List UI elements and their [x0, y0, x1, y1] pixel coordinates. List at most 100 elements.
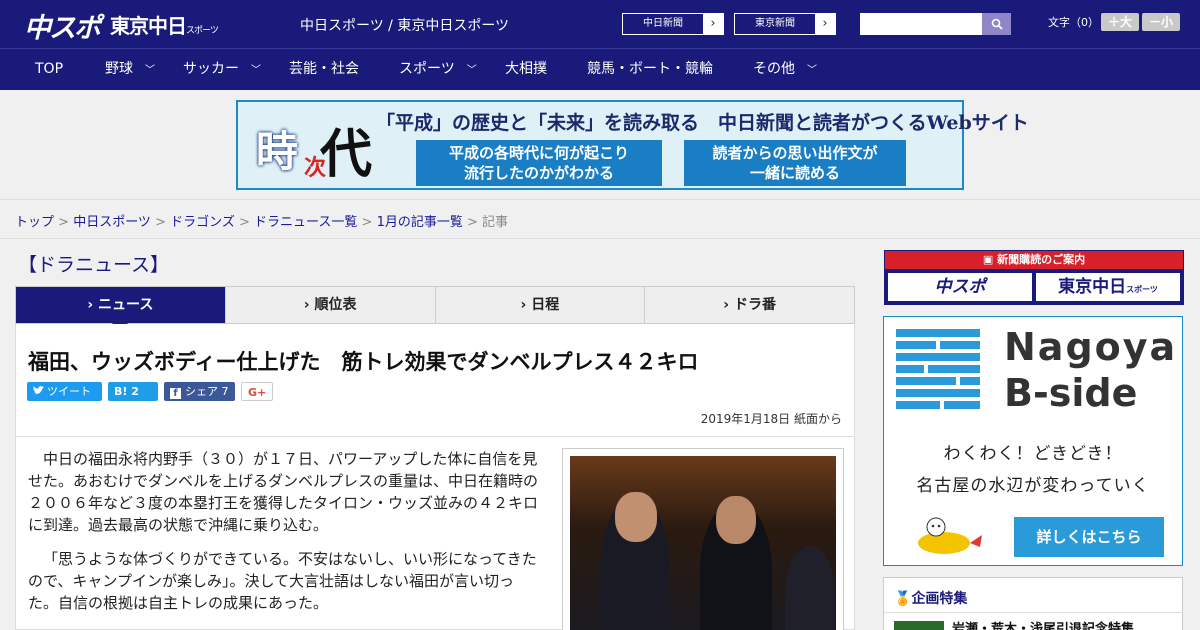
- brick: [896, 341, 936, 349]
- breadcrumb-separator: >: [150, 215, 171, 230]
- tokyo-shimbun-label: 東京新聞: [735, 14, 815, 34]
- tokyo-chunichi-logo[interactable]: 東京中日スポーツ: [110, 10, 219, 39]
- feature-link[interactable]: 岩瀬・荒木・浅尾引退記念特集: [952, 618, 1134, 630]
- facebook-icon: f: [170, 388, 181, 399]
- article-photo-frame: [562, 448, 844, 630]
- search-icon: [991, 18, 1003, 30]
- breadcrumb-link-top[interactable]: トップ: [15, 215, 54, 230]
- special-feature-box: 🏅企画特集 岩瀬・荒木・浅尾引退記念特集: [883, 577, 1183, 630]
- nav-label: その他: [753, 61, 795, 77]
- banner-box-essays: 読者からの思い出作文が 一緒に読める: [684, 140, 906, 186]
- nagoya-word: Nagoya: [1004, 325, 1178, 369]
- nav-item-entertainment[interactable]: 芸能・社会: [289, 49, 359, 90]
- breadcrumb-link-dragons[interactable]: ドラゴンズ: [170, 215, 235, 230]
- breadcrumb-link-january-list[interactable]: 1月の記事一覧: [377, 215, 463, 230]
- nav-item-soccer[interactable]: サッカー ﹀: [183, 49, 261, 90]
- brick: [896, 353, 980, 361]
- banner-area: 時 次 代 「平成」の歴史と「未来」を読み取る 中日新聞と読者がつくるWebサイ…: [0, 90, 1200, 200]
- breadcrumb: トップ > 中日スポーツ > ドラゴンズ > ドラニュース一覧 > 1月の記事一…: [15, 211, 508, 230]
- google-plus-button[interactable]: G+: [241, 382, 273, 401]
- chevron-right-icon: ›: [822, 16, 828, 31]
- tab-label: 日程: [531, 297, 560, 313]
- brick: [928, 365, 980, 373]
- subscribe-chuspo-logo[interactable]: 中スポ: [888, 273, 1032, 301]
- article-paragraph: 中日の福田永将内野手（３０）が１７日、パワーアップした体に自信を見せた。あおむけ…: [28, 450, 539, 534]
- banner-box-line: 平成の各時代に何が起こり: [448, 144, 629, 162]
- brick: [896, 329, 980, 337]
- tokyo-shimbun-link[interactable]: 東京新聞 ›: [734, 13, 836, 35]
- article-title: 福田、ウッズボディー仕上げた 筋トレ効果でダンベルプレス４２キロ: [28, 350, 699, 374]
- nav-item-top[interactable]: TOP: [35, 49, 63, 90]
- twitter-bird-icon: [33, 386, 44, 395]
- hatena-bookmark-button[interactable]: B! 2: [108, 382, 158, 401]
- font-smaller-button[interactable]: －小: [1142, 13, 1180, 31]
- feature-thumbnail[interactable]: [894, 621, 944, 630]
- nav-label: スポーツ: [399, 61, 455, 77]
- nav-label: TOP: [35, 61, 64, 77]
- photo-person: [785, 546, 835, 630]
- tokyo-logo-main: 東京中日: [110, 14, 187, 38]
- banner-box-line: 読者からの思い出作文が: [712, 144, 878, 162]
- article-paragraph: 「思うような体づくりができている。不安はないし、いい形になってきたので、キャンプ…: [28, 550, 537, 612]
- brick: [960, 377, 980, 385]
- nagoya-bside-ad[interactable]: Nagoya B-side わくわく！どきどき！ 名古屋の水辺が変わっていく 詳…: [883, 316, 1183, 566]
- nagoya-details-button[interactable]: 詳しくはこちら: [1014, 517, 1164, 557]
- nav-item-baseball[interactable]: 野球 ﹀: [105, 49, 155, 90]
- breadcrumb-link-chunichi-sports[interactable]: 中日スポーツ: [73, 215, 151, 230]
- article-date: 2019年1月18日 紙面から: [700, 412, 842, 426]
- newspaper-icon: ▣: [982, 253, 998, 266]
- banner-box-line: 一緒に読める: [749, 164, 840, 182]
- brick: [896, 365, 924, 373]
- chevron-down-icon: ﹀: [807, 65, 817, 76]
- font-larger-button[interactable]: ＋大: [1101, 13, 1139, 31]
- tab-schedule[interactable]: › 日程: [436, 287, 646, 323]
- chevron-down-icon: ﹀: [145, 65, 155, 76]
- tab-standings[interactable]: › 順位表: [226, 287, 436, 323]
- site-title: 中日スポーツ / 東京中日スポーツ: [300, 18, 510, 34]
- breadcrumb-current: 記事: [482, 215, 509, 230]
- facebook-share-button[interactable]: f シェア 7: [164, 382, 235, 401]
- nagoya-tagline-2: 名古屋の水辺が変わっていく: [916, 476, 1150, 496]
- chevron-right-icon: ›: [520, 297, 532, 313]
- search-input[interactable]: [860, 13, 982, 35]
- article: 福田、ウッズボディー仕上げた 筋トレ効果でダンベルプレス４２キロ ツイート B!…: [15, 324, 855, 630]
- nav-label: 芸能・社会: [289, 61, 359, 77]
- breadcrumb-link-dra-news-list[interactable]: ドラニュース一覧: [254, 215, 357, 230]
- nav-label: 野球: [105, 61, 133, 77]
- subscribe-tokyo-main: 東京中日: [1058, 277, 1127, 297]
- tweet-button[interactable]: ツイート: [27, 382, 102, 401]
- subscription-box[interactable]: ▣ 新聞購読のご案内 中スポ 東京中日スポーツ: [884, 250, 1184, 305]
- banner-kanji-toki: 時: [256, 127, 299, 176]
- fried-shrimp-mascot-icon: [918, 517, 982, 554]
- chevron-right-icon: ›: [87, 297, 99, 313]
- search-button[interactable]: [982, 13, 1011, 35]
- subscription-head-label: 新聞購読のご案内: [997, 253, 1086, 266]
- subscribe-tokyo-logo[interactable]: 東京中日スポーツ: [1036, 273, 1180, 301]
- photo-face: [716, 496, 756, 544]
- banner-box-history: 平成の各時代に何が起こり 流行したのかがわかる: [416, 140, 662, 186]
- chevron-down-icon: ﹀: [466, 65, 477, 76]
- subscription-header: ▣ 新聞購読のご案内: [885, 251, 1183, 269]
- nagoya-tagline-1: わくわく！どきどき！: [943, 444, 1123, 464]
- chunichi-shimbun-link[interactable]: 中日新聞 ›: [622, 13, 724, 35]
- nav-item-sports[interactable]: スポーツ ﹀: [399, 49, 477, 90]
- banner-kanji-logo: 時 次 代: [246, 108, 372, 185]
- article-photo[interactable]: [570, 456, 836, 630]
- banner-kanji-dai: 代: [320, 124, 373, 185]
- nav-item-other[interactable]: その他 ﹀: [753, 49, 817, 90]
- chuspo-logo[interactable]: 中スポ: [24, 6, 101, 45]
- nav-item-sumo[interactable]: 大相撲: [505, 49, 547, 90]
- tab-draban[interactable]: › ドラ番: [645, 287, 854, 323]
- tab-news[interactable]: › ニュース: [16, 287, 226, 331]
- medal-icon: 🏅: [894, 591, 912, 607]
- breadcrumb-separator: >: [357, 215, 377, 230]
- jidai-banner[interactable]: 時 次 代 「平成」の歴史と「未来」を読み取る 中日新聞と読者がつくるWebサイ…: [236, 100, 1029, 190]
- nav-label: 大相撲: [505, 61, 547, 77]
- chevron-down-icon: ﹀: [251, 65, 261, 76]
- banner-box-line: 流行したのかがわかる: [463, 164, 614, 182]
- chevron-right-icon: ›: [723, 297, 734, 313]
- section-title: 【ドラニュース】: [18, 254, 170, 276]
- tab-label: 順位表: [314, 297, 357, 313]
- chevron-right-icon: ›: [710, 16, 716, 31]
- nav-item-racing[interactable]: 競馬・ボート・競輪: [587, 49, 713, 90]
